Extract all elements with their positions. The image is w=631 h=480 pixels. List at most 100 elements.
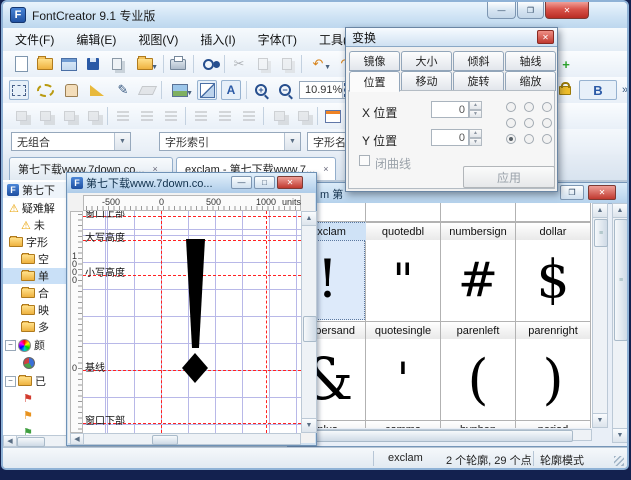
glyph-cell-quotedbl[interactable]: " — [366, 240, 440, 320]
glyph-properties-icon[interactable] — [323, 106, 343, 126]
tree-item-flag-red[interactable]: ⚑ — [23, 390, 36, 406]
tree-item-glyphs[interactable]: 字形 — [9, 234, 48, 250]
scrollbar-thumb[interactable]: ≡ — [594, 219, 608, 247]
cut-icon[interactable]: ✂ — [229, 54, 249, 74]
edit-mode-icon[interactable] — [87, 80, 107, 100]
edit-vertical-scrollbar[interactable]: ▲ ▼ — [301, 211, 317, 433]
space-vertical-icon[interactable] — [293, 106, 313, 126]
origin-radio-bottom-left[interactable] — [506, 134, 516, 144]
grid-vertical-scrollbar[interactable]: ▲ ≡ ▼ — [592, 203, 608, 428]
background-image-icon[interactable]: ▼ — [166, 80, 193, 100]
tab-close-icon[interactable]: × — [323, 164, 328, 174]
tree-horizontal-scrollbar[interactable]: ◀ — [3, 435, 67, 447]
minimize-icon[interactable]: — — [231, 176, 252, 189]
align-center-icon[interactable] — [137, 106, 157, 126]
copy-icon[interactable] — [253, 54, 273, 74]
origin-radio-top-right[interactable] — [542, 102, 552, 112]
scroll-up-icon[interactable]: ▲ — [613, 204, 627, 218]
grid-horizontal-scrollbar[interactable] — [290, 429, 592, 441]
scroll-left-icon[interactable]: ◀ — [4, 436, 17, 446]
dialog-tab-size[interactable]: 大小 — [401, 51, 452, 71]
send-back-icon[interactable] — [35, 106, 55, 126]
find-icon[interactable] — [198, 54, 218, 74]
print-icon[interactable] — [168, 54, 188, 74]
tree-item-empty[interactable]: 空 — [21, 251, 49, 267]
collapse-icon[interactable]: − — [5, 340, 16, 351]
tree-item-composite[interactable]: 合 — [21, 285, 49, 301]
scroll-up-icon[interactable]: ▲ — [302, 212, 316, 226]
scroll-left-icon[interactable]: ◀ — [71, 434, 84, 444]
zoom-out-icon[interactable]: − — [275, 80, 295, 100]
arrangement-combo[interactable]: 无组合 ▼ — [11, 132, 131, 151]
toolbar-overflow-icon[interactable]: » — [615, 80, 629, 100]
select-tool-icon[interactable] — [9, 80, 29, 100]
collapse-icon[interactable]: − — [5, 376, 16, 387]
y-position-spinner[interactable]: ▲▼ — [469, 129, 482, 146]
dialog-tab-rotate[interactable]: 旋转 — [453, 71, 504, 91]
chevron-down-icon[interactable]: ▼ — [284, 133, 300, 150]
y-position-input[interactable]: 0 — [431, 129, 469, 146]
test-font-icon[interactable]: ▼ — [131, 54, 159, 74]
origin-radio-bottom-center[interactable] — [524, 134, 534, 144]
close-icon[interactable]: ✕ — [588, 185, 616, 200]
origin-radio-top-center[interactable] — [524, 102, 534, 112]
scrollbar-thumb[interactable]: ≡ — [614, 219, 628, 341]
restore-icon[interactable]: ❐ — [560, 185, 584, 200]
glyph-cell-dollar[interactable]: $ — [516, 240, 590, 320]
glyph-header-period[interactable]: period — [516, 420, 590, 428]
tree-item-unmapped[interactable]: ⚠未 — [21, 217, 45, 233]
open-icon[interactable] — [35, 54, 55, 74]
zoom-in-icon[interactable]: + — [251, 80, 271, 100]
glyph-header-quotedbl[interactable]: quotedbl — [366, 222, 440, 241]
space-horizontal-icon[interactable] — [269, 106, 289, 126]
close-icon[interactable]: ✕ — [545, 2, 589, 19]
glyph-header-comma[interactable]: comma — [366, 420, 440, 428]
dialog-tab-axis[interactable]: 轴线 — [505, 51, 556, 71]
tree-item-color-sub[interactable] — [23, 355, 38, 371]
maximize-icon[interactable]: □ — [254, 176, 275, 189]
menu-view[interactable]: 视图(V) — [128, 28, 188, 51]
glyph-header-parenleft[interactable]: parenleft — [441, 321, 515, 340]
save-icon[interactable] — [83, 54, 103, 74]
glyph-header-dollar[interactable]: dollar — [516, 222, 590, 241]
scroll-up-icon[interactable]: ▲ — [593, 204, 607, 218]
glyph-header-numbersign[interactable]: numbersign — [441, 222, 515, 241]
origin-radio-middle-center[interactable] — [524, 118, 534, 128]
chevron-down-icon[interactable]: ▼ — [114, 133, 130, 150]
dialog-tab-move[interactable]: 移动 — [401, 71, 452, 91]
bold-button[interactable]: B — [579, 80, 617, 100]
copy-glyph-icon[interactable] — [107, 54, 127, 74]
scroll-down-icon[interactable]: ▼ — [613, 428, 627, 442]
glyph-cell-quotesingle[interactable]: ' — [366, 339, 440, 419]
glyph-header-quotesingle[interactable]: quotesingle — [366, 321, 440, 340]
x-position-input[interactable]: 0 — [431, 101, 469, 118]
scroll-down-icon[interactable]: ▼ — [302, 418, 316, 432]
close-icon[interactable]: ✕ — [277, 176, 303, 189]
scrollbar-thumb[interactable] — [303, 316, 317, 342]
glyph-cell-parenright[interactable]: ) — [516, 339, 590, 419]
scroll-down-icon[interactable]: ▼ — [593, 413, 607, 427]
maximize-icon[interactable]: ❐ — [517, 2, 544, 19]
resize-grip[interactable] — [614, 456, 624, 466]
move-backward-icon[interactable] — [83, 106, 103, 126]
origin-radio-middle-right[interactable] — [542, 118, 552, 128]
bring-front-icon[interactable] — [11, 106, 31, 126]
menu-edit[interactable]: 编辑(E) — [66, 28, 126, 51]
dialog-tab-mirror[interactable]: 镜像 — [349, 51, 400, 71]
dialog-tab-scale[interactable]: 缩放 — [505, 71, 556, 91]
lasso-tool-icon[interactable] — [35, 80, 55, 100]
minimize-icon[interactable]: — — [487, 2, 516, 19]
draw-pen-icon[interactable]: ✎ — [113, 80, 133, 100]
glyph-header-hyphen[interactable]: hyphen — [441, 420, 515, 428]
tree-item-multi[interactable]: 多 — [21, 319, 49, 335]
origin-radio-top-left[interactable] — [506, 102, 516, 112]
edit-horizontal-scrollbar[interactable]: ◀ — [70, 433, 301, 445]
origin-radio-bottom-right[interactable] — [542, 134, 552, 144]
glyph-cell-numbersign[interactable]: # — [441, 240, 515, 320]
align-right-icon[interactable] — [161, 106, 181, 126]
glyph-canvas[interactable]: 窗口上部 大写高度 小写高度 基线 窗口下部 — [83, 211, 301, 433]
align-top-icon[interactable] — [191, 106, 211, 126]
move-forward-icon[interactable] — [59, 106, 79, 126]
lock-guidelines-icon[interactable] — [555, 80, 575, 100]
new-icon[interactable] — [11, 54, 31, 74]
